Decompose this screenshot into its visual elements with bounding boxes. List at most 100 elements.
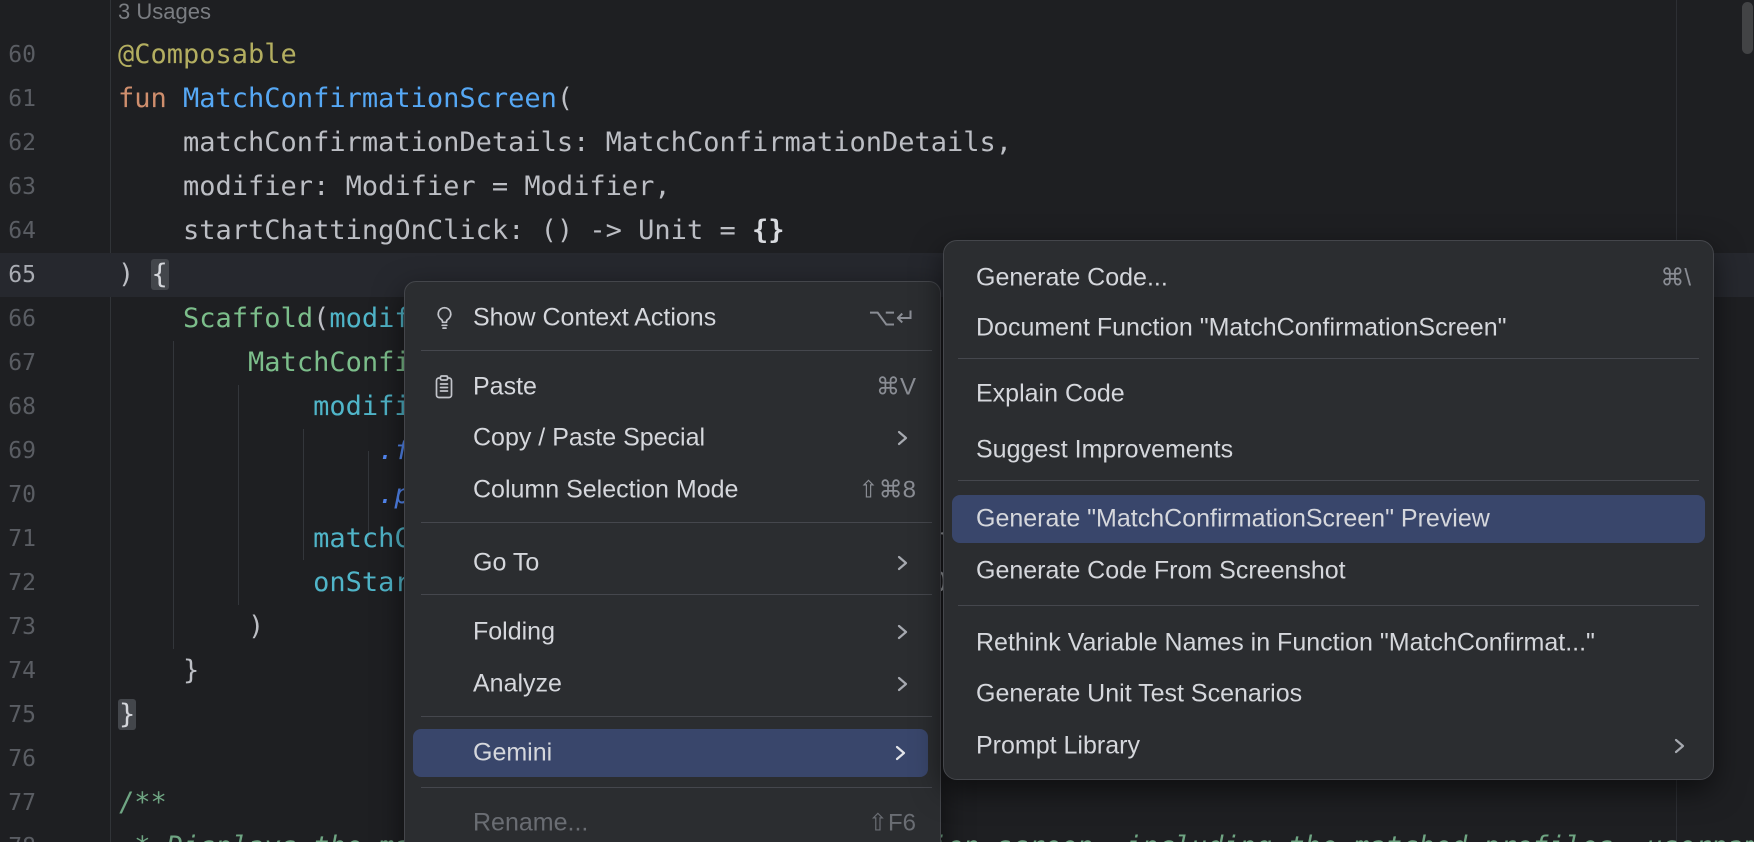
code-token: matchConfirmationDetails: MatchConfirmat… [118,127,1012,158]
menu-item-label: Paste [473,373,537,402]
menu-separator [421,716,932,717]
code-text: fun MatchConfirmationScreen( [118,77,573,121]
code-token [118,479,378,510]
code-token: startChattingOnClick: () -> Unit = [118,215,752,246]
menu-item-go-to[interactable]: Go To [405,539,940,587]
code-text: } [118,693,136,737]
chevron-right-icon [897,675,908,693]
menu-separator [421,594,932,595]
menu-item-label: Show Context Actions [473,304,716,333]
line-number: 66 [0,297,36,341]
menu-item-label: Copy / Paste Special [473,424,705,453]
chevron-right-icon [897,623,908,641]
menu-item-explain-code[interactable]: Explain Code [944,370,1713,418]
code-text: matchConfirmationDetails: MatchConfirmat… [118,121,1012,165]
menu-item-column-selection-mode[interactable]: Column Selection Mode ⇧⌘8 [405,466,940,514]
menu-item-label: Rename... [473,809,588,838]
menu-separator [958,358,1699,359]
code-token: fun [118,83,183,114]
menu-item-shortcut: ⇧⌘8 [859,476,916,505]
menu-item-generate-code[interactable]: Generate Code... ⌘\ [944,254,1713,302]
line-number: 62 [0,121,36,165]
menu-item-shortcut: ⌘\ [1660,264,1691,293]
code-text: /** [118,781,167,825]
menu-item-generate-matchconfirmationscreen-preview[interactable]: Generate "MatchConfirmationScreen" Previ… [952,495,1705,543]
code-token: MatchConfirmationScreen [183,83,557,114]
scrollbar-thumb[interactable] [1742,2,1753,54]
menu-separator [421,350,932,351]
code-line[interactable]: 62 matchConfirmationDetails: MatchConfir… [0,121,1754,165]
menu-item-suggest-improvements[interactable]: Suggest Improvements [944,426,1713,474]
menu-item-label: Generate Code... [976,264,1168,293]
menu-item-folding[interactable]: Folding [405,608,940,656]
code-token: @Composable [118,39,297,70]
ide-screen: 3 Usages60@Composable61 fun MatchConfirma… [0,0,1754,842]
code-text: 3 Usages [118,0,211,34]
menu-item-label: Column Selection Mode [473,476,738,505]
code-token [118,567,313,598]
clipboard-icon [434,374,454,400]
code-text: ) { [118,253,169,297]
line-number: 67 [0,341,36,385]
code-token: } [118,655,199,686]
code-token: {} [752,215,785,246]
menu-item-label: Folding [473,618,555,647]
menu-item-label: Go To [473,549,539,578]
chevron-right-icon [1674,737,1685,755]
code-token: ( [557,83,573,114]
chevron-right-icon [897,554,908,572]
menu-item-label: Explain Code [976,380,1125,409]
menu-item-shortcut: ⇧F6 [868,809,916,838]
menu-item-document-function-matchconfirmationscreen[interactable]: Document Function "MatchConfirmationScre… [944,304,1713,352]
line-number: 71 [0,517,36,561]
code-token: ( [313,303,329,334]
menu-item-label: Gemini [473,739,552,768]
line-number: 73 [0,605,36,649]
line-number: 65 [0,253,36,297]
menu-item-generate-code-from-screenshot[interactable]: Generate Code From Screenshot [944,547,1713,595]
menu-item-prompt-library[interactable]: Prompt Library [944,722,1713,770]
line-number: 75 [0,693,36,737]
menu-separator [421,787,932,788]
menu-item-copy-paste-special[interactable]: Copy / Paste Special [405,414,940,462]
code-text: } [118,649,199,693]
menu-item-label: Generate Unit Test Scenarios [976,680,1302,709]
menu-item-shortcut: ⌘V [876,373,916,402]
line-number: 64 [0,209,36,253]
menu-item-paste[interactable]: Paste ⌘V [405,363,940,411]
editor-context-menu: Show Context Actions ⌥↵ Paste ⌘V Copy / Past… [404,281,941,842]
code-token: { [151,259,169,290]
code-token: ) [118,259,151,290]
menu-item-shortcut: ⌥↵ [868,304,916,333]
code-line[interactable]: 60@Composable [0,33,1754,77]
chevron-right-icon [895,744,906,762]
line-number: 78 [0,825,36,842]
code-token: ) [118,611,264,642]
menu-item-label: Rethink Variable Names in Function "Matc… [976,629,1595,658]
menu-separator [958,480,1699,481]
menu-item-label: Generate "MatchConfirmationScreen" Previ… [976,505,1490,534]
menu-item-rename[interactable]: Rename... ⇧F6 [405,799,940,842]
code-line[interactable]: 3 Usages [0,0,1754,33]
code-token: modifier: Modifier = Modifier, [118,171,671,202]
code-token [118,435,378,466]
menu-item-label: Generate Code From Screenshot [976,557,1346,586]
line-number: 61 [0,77,36,121]
code-line[interactable]: 61 fun MatchConfirmationScreen( [0,77,1754,121]
menu-item-rethink-variable-names-in-function-matchconfirmat[interactable]: Rethink Variable Names in Function "Matc… [944,619,1713,667]
menu-item-show-context-actions[interactable]: Show Context Actions ⌥↵ [405,294,940,342]
code-token [118,303,183,334]
line-number: 69 [0,429,36,473]
menu-item-gemini[interactable]: Gemini [413,729,928,777]
chevron-right-icon [897,429,908,447]
code-token [118,523,313,554]
code-token: /** [118,787,167,818]
line-number: 77 [0,781,36,825]
line-number: 70 [0,473,36,517]
code-line[interactable]: 63 modifier: Modifier = Modifier, [0,165,1754,209]
menu-item-analyze[interactable]: Analyze [405,660,940,708]
line-number: 74 [0,649,36,693]
menu-item-generate-unit-test-scenarios[interactable]: Generate Unit Test Scenarios [944,670,1713,718]
menu-item-label: Suggest Improvements [976,436,1233,465]
menu-item-label: Prompt Library [976,732,1140,761]
